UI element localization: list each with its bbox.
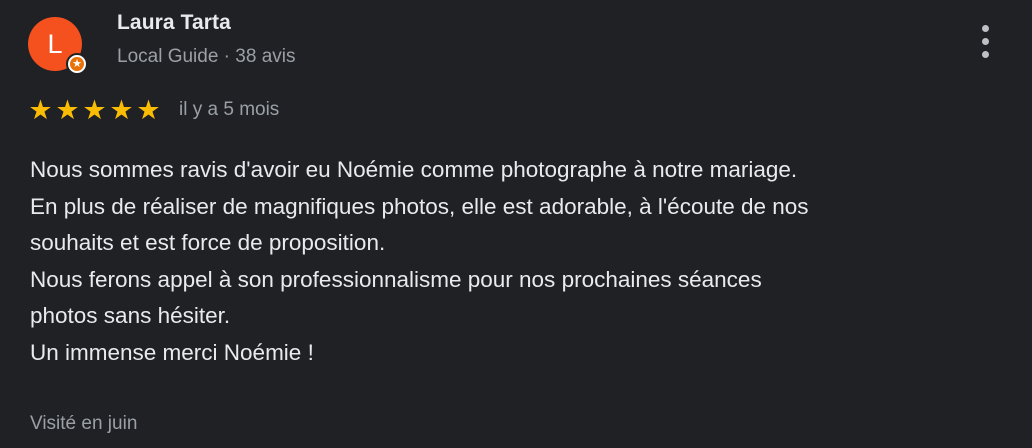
- review-text-line: souhaits et est force de proposition.: [30, 230, 386, 255]
- star-icon: ★: [109, 95, 134, 125]
- author-meta: Local Guide · 38 avis: [117, 46, 296, 67]
- star-icon: ★: [55, 95, 80, 125]
- star-rating: ★ ★ ★ ★ ★: [27, 95, 162, 125]
- more-vertical-icon: [982, 51, 989, 58]
- review-text-line: En plus de réaliser de magnifiques photo…: [30, 193, 809, 219]
- review-card: L ★ Laura Tarta Local Guide · 38 avis ★ ★…: [0, 0, 1032, 448]
- more-vertical-icon: [982, 38, 989, 45]
- avatar[interactable]: L ★: [28, 17, 88, 75]
- star-icon: ★: [28, 95, 53, 125]
- more-vertical-icon: [982, 25, 989, 32]
- review-text-line: photos sans hésiter.: [30, 303, 231, 328]
- star-icon: ★: [136, 95, 161, 125]
- review-text-line: Nous ferons appel à son professionnalism…: [30, 266, 762, 292]
- review-date: il y a 5 mois: [179, 99, 280, 120]
- visited-date: Visité en juin: [30, 413, 138, 434]
- review-text-line: Nous sommes ravis d'avoir eu Noémie comm…: [30, 157, 798, 182]
- more-options-button[interactable]: [970, 22, 1002, 62]
- author-name[interactable]: Laura Tarta: [117, 11, 231, 35]
- review-text: Nous sommes ravis d'avoir eu Noémie comm…: [30, 152, 1020, 371]
- star-icon: ★: [82, 95, 107, 125]
- local-guide-badge-icon: ★: [66, 53, 88, 75]
- review-text-line: Un immense merci Noémie !: [30, 339, 314, 365]
